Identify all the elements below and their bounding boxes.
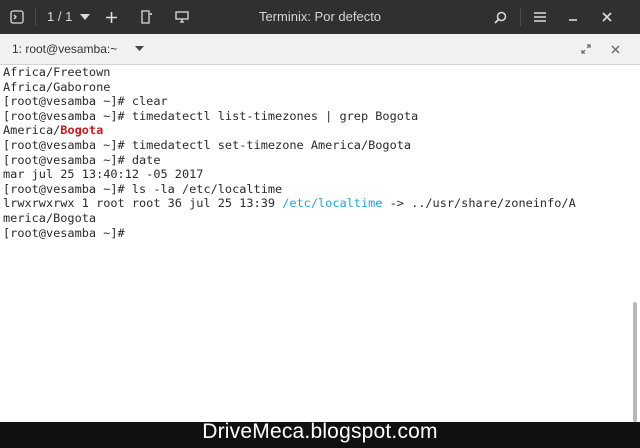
terminal-text: [root@vesamba ~]# ls -la /etc/localtime: [3, 181, 283, 196]
terminal-line: mar jul 25 13:40:12 -05 2017: [3, 167, 630, 182]
terminal-output[interactable]: Africa/Freetown Africa/Gaborone [root@vesa…: [0, 65, 630, 422]
terminal-line: [root@vesamba ~]# clear: [3, 94, 630, 109]
terminal-text: [root@vesamba ~]# timedatectl set-timezo…: [3, 137, 412, 152]
maximize-icon[interactable]: [578, 34, 594, 64]
terminal-text: [root@vesamba ~]#: [3, 225, 125, 240]
terminal-text: America/: [3, 123, 61, 138]
terminal-line: [root@vesamba ~]# date: [3, 153, 630, 168]
close-icon[interactable]: [607, 34, 623, 64]
window-title: Terminix: Por defecto: [258, 9, 382, 24]
terminal-text: lrwxrwxrwx 1 root root 36 jul 25 13:39: [3, 196, 283, 211]
terminal-tab-bar: 1: root@vesamba:~: [0, 34, 640, 65]
terminal-text: Africa/Freetown: [3, 65, 111, 79]
hamburger-menu-icon[interactable]: [529, 0, 551, 34]
terminix-app-icon[interactable]: [4, 0, 30, 34]
minimize-icon[interactable]: [562, 0, 584, 34]
terminal-line: Africa/Freetown: [3, 65, 630, 80]
watermark-text: DriveMeca.blogspot.com: [202, 420, 438, 443]
terminal-line: Africa/Gaborone: [3, 80, 630, 95]
terminal-text: -> ../usr/share/zoneinfo/A: [382, 196, 576, 211]
terminal-line: [root@vesamba ~]#: [3, 226, 630, 241]
terminal-text: Africa/Gaborone: [3, 79, 111, 94]
terminal-line: [root@vesamba ~]# timedatectl set-timezo…: [3, 138, 630, 153]
scrollbar-thumb[interactable]: [633, 302, 637, 422]
highlighted-text-cyan: /etc/localtime: [282, 196, 383, 211]
add-icon[interactable]: [101, 0, 121, 34]
terminal-scrollbar[interactable]: [630, 65, 640, 422]
terminal-line: America/Bogota: [3, 123, 630, 138]
terminal-text: [root@vesamba ~]# date: [3, 152, 161, 167]
terminal-line: lrwxrwxrwx 1 root root 36 jul 25 13:39 /…: [3, 196, 630, 211]
highlighted-text-red: Bogota: [60, 123, 104, 138]
dropdown-arrow-icon[interactable]: [132, 34, 146, 64]
session-counter: 1 / 1: [47, 9, 73, 24]
search-icon[interactable]: [489, 0, 511, 34]
terminal-line: [root@vesamba ~]# ls -la /etc/localtime: [3, 182, 630, 197]
terminal-tab-label[interactable]: 1: root@vesamba:~: [12, 34, 117, 64]
terminal-lines: Africa/Freetown Africa/Gaborone [root@vesa…: [0, 65, 630, 240]
close-icon[interactable]: [596, 0, 618, 34]
chevron-down-icon[interactable]: [76, 0, 94, 34]
terminal-line: [root@vesamba ~]# timedatectl list-timez…: [3, 109, 630, 124]
screen-icon[interactable]: [171, 0, 193, 34]
terminal-text: [root@vesamba ~]# timedatectl list-timez…: [3, 108, 419, 123]
terminal-text: merica/Bogota: [3, 210, 97, 225]
new-terminal-icon[interactable]: [137, 0, 157, 34]
terminal-text: mar jul 25 13:40:12 -05 2017: [3, 167, 204, 182]
terminal-line: merica/Bogota: [3, 211, 630, 226]
terminal-text: [root@vesamba ~]# clear: [3, 94, 168, 109]
titlebar: 1 / 1 Terminix: Por defecto: [0, 0, 640, 34]
